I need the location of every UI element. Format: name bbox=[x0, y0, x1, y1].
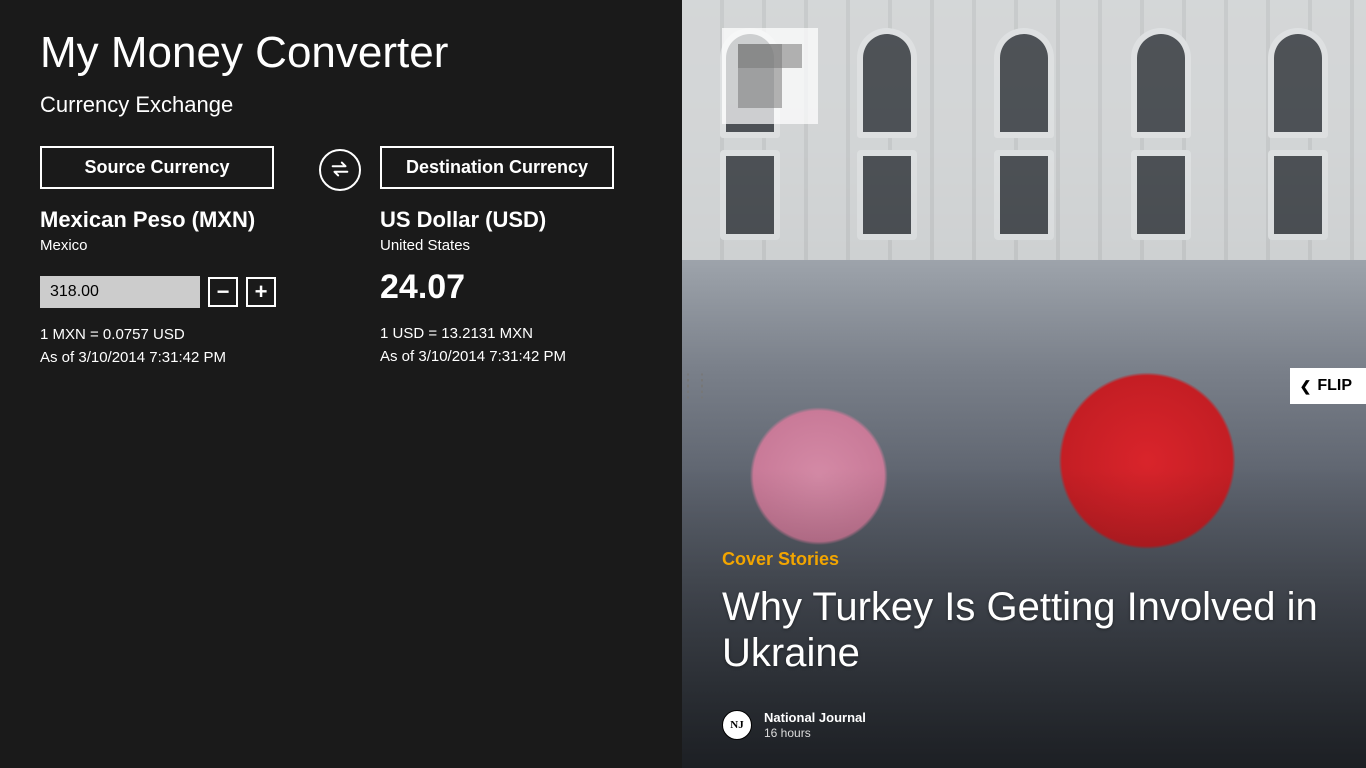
increment-button[interactable]: + bbox=[246, 277, 276, 307]
app-title: My Money Converter bbox=[40, 28, 642, 78]
source-time: 16 hours bbox=[764, 726, 866, 740]
amount-controls: − + bbox=[40, 276, 300, 308]
source-timestamp: As of 3/10/2014 7:31:42 PM bbox=[40, 349, 300, 366]
currency-converter-pane: My Money Converter Currency Exchange Sou… bbox=[0, 0, 682, 768]
flipboard-pane: ⋮⋮⋮⋮⋮⋮ ❮ FLIP Cover Stories Why Turkey I… bbox=[682, 0, 1366, 768]
page-subtitle: Currency Exchange bbox=[40, 92, 642, 118]
source-country: Mexico bbox=[40, 237, 300, 254]
chevron-left-icon: ❮ bbox=[1300, 378, 1312, 395]
source-currency-name: Mexican Peso (MXN) bbox=[40, 207, 300, 233]
story-source: NJ National Journal 16 hours bbox=[722, 710, 1326, 740]
currency-row: Source Currency Mexican Peso (MXN) Mexic… bbox=[40, 146, 642, 366]
pane-resize-handle[interactable]: ⋮⋮⋮⋮⋮⋮ bbox=[682, 378, 708, 396]
source-avatar-icon: NJ bbox=[722, 710, 752, 740]
swap-column bbox=[300, 146, 380, 191]
flip-button[interactable]: ❮ FLIP bbox=[1290, 368, 1366, 404]
source-rate: 1 MXN = 0.0757 USD bbox=[40, 326, 300, 343]
destination-column: Destination Currency US Dollar (USD) Uni… bbox=[380, 146, 640, 365]
source-name: National Journal bbox=[764, 710, 866, 726]
story-headline: Why Turkey Is Getting Involved in Ukrain… bbox=[722, 584, 1326, 676]
flip-button-label: FLIP bbox=[1317, 377, 1352, 395]
source-column: Source Currency Mexican Peso (MXN) Mexic… bbox=[40, 146, 300, 366]
converted-amount: 24.07 bbox=[380, 268, 640, 307]
destination-currency-name: US Dollar (USD) bbox=[380, 207, 640, 233]
story-category: Cover Stories bbox=[722, 549, 1326, 570]
flipboard-logo-icon bbox=[722, 28, 818, 124]
swap-icon bbox=[329, 158, 351, 183]
amount-input[interactable] bbox=[40, 276, 200, 308]
destination-rate: 1 USD = 13.2131 MXN bbox=[380, 325, 640, 342]
destination-timestamp: As of 3/10/2014 7:31:42 PM bbox=[380, 348, 640, 365]
source-currency-button[interactable]: Source Currency bbox=[40, 146, 274, 189]
swap-currencies-button[interactable] bbox=[319, 149, 361, 191]
decrement-button[interactable]: − bbox=[208, 277, 238, 307]
destination-currency-button[interactable]: Destination Currency bbox=[380, 146, 614, 189]
destination-country: United States bbox=[380, 237, 640, 254]
cover-story[interactable]: Cover Stories Why Turkey Is Getting Invo… bbox=[722, 549, 1326, 740]
